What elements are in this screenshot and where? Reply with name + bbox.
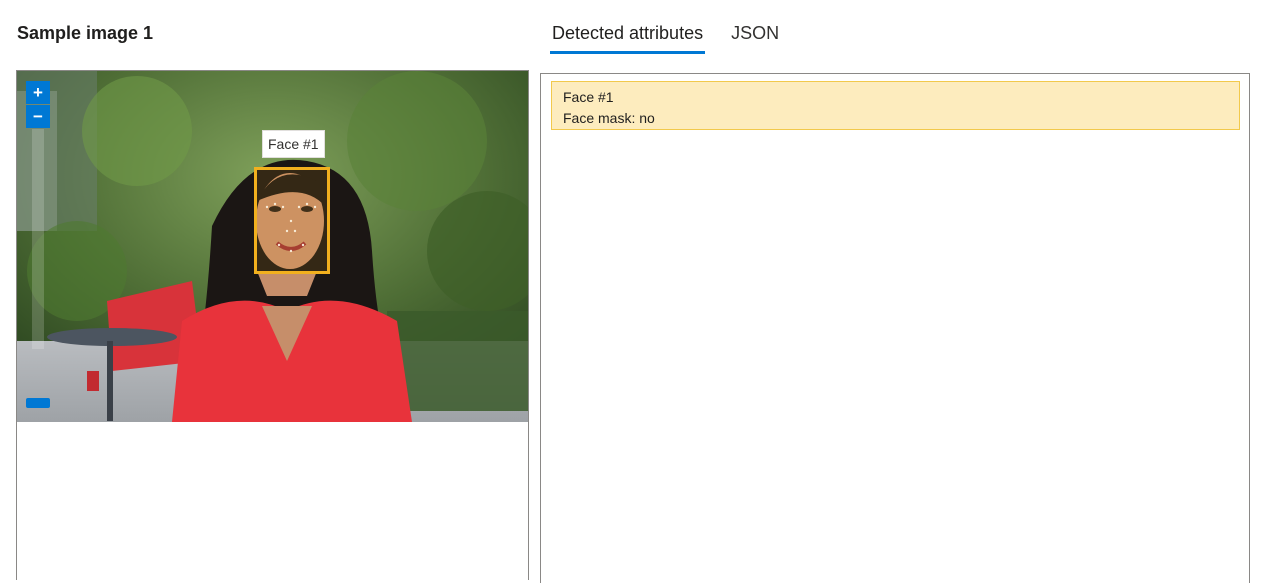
face-result-name: Face #1 <box>563 89 614 105</box>
zoom-slider-track[interactable] <box>32 129 44 349</box>
face-bounding-box[interactable] <box>254 167 330 274</box>
sample-photo: + − Face #1 <box>17 71 528 422</box>
face-mask-attribute: Face mask: no <box>563 110 655 126</box>
zoom-in-button[interactable]: + <box>26 81 50 104</box>
zoom-slider-thumb[interactable] <box>26 398 50 408</box>
zoom-out-button[interactable]: − <box>26 105 50 128</box>
attribute-tabs: Detected attributes JSON <box>550 20 805 54</box>
tab-json[interactable]: JSON <box>729 20 781 54</box>
tab-detected-attributes[interactable]: Detected attributes <box>550 20 706 54</box>
face-result-row[interactable]: Face #1 Face mask: no <box>551 81 1240 130</box>
face-label: Face #1 <box>262 130 325 158</box>
image-viewer: + − Face #1 <box>16 70 529 580</box>
attributes-panel: Face #1 Face mask: no <box>540 73 1250 583</box>
sample-image-title: Sample image 1 <box>17 23 154 43</box>
